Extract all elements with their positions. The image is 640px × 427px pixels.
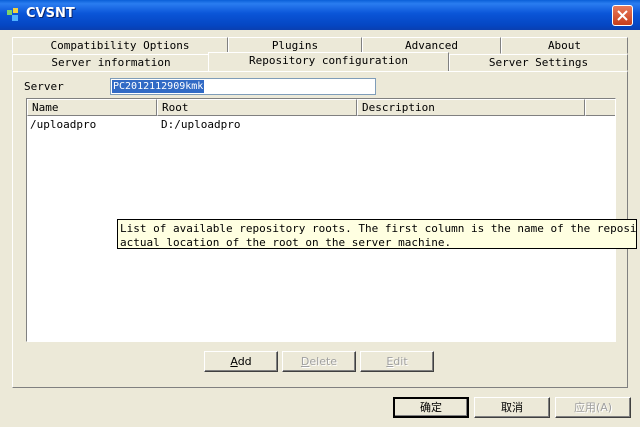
server-value: PC2012112909kmk bbox=[112, 80, 205, 93]
tab-compatibility-options[interactable]: Compatibility Options bbox=[12, 37, 228, 54]
tab-label: Repository configuration bbox=[249, 54, 408, 67]
dialog-window: CVSNT Compatibility Options Plugins Adva… bbox=[0, 0, 640, 427]
apply-button[interactable]: 应用(A) bbox=[555, 397, 631, 418]
title-bar[interactable]: CVSNT bbox=[0, 0, 640, 30]
add-button[interactable]: Add bbox=[204, 351, 278, 372]
tab-server-information[interactable]: Server information bbox=[12, 54, 210, 71]
column-header-root[interactable]: Root bbox=[157, 99, 357, 116]
server-input[interactable]: PC2012112909kmk bbox=[110, 78, 376, 95]
cancel-button[interactable]: 取消 bbox=[474, 397, 550, 418]
tooltip-line: actual location of the root on the serve… bbox=[120, 236, 452, 249]
close-button[interactable] bbox=[612, 5, 633, 26]
tab-label: Server Settings bbox=[488, 56, 589, 69]
tooltip: List of available repository roots. The … bbox=[117, 219, 637, 249]
close-icon bbox=[617, 10, 628, 21]
tab-label: Plugins bbox=[271, 39, 319, 52]
edit-button[interactable]: Edit bbox=[360, 351, 434, 372]
tab-label: Compatibility Options bbox=[50, 39, 190, 52]
ok-button[interactable]: 确定 bbox=[393, 397, 469, 418]
tab-label: Advanced bbox=[405, 39, 458, 52]
column-header-filler bbox=[585, 99, 615, 116]
tab-about[interactable]: About bbox=[501, 37, 628, 54]
tab-label: Server information bbox=[51, 56, 171, 69]
tab-repository-configuration[interactable]: Repository configuration bbox=[208, 52, 449, 71]
column-header-description[interactable]: Description bbox=[357, 99, 585, 116]
tab-server-settings[interactable]: Server Settings bbox=[449, 54, 628, 71]
column-header-name[interactable]: Name bbox=[27, 99, 157, 116]
tooltip-line: List of available repository roots. The … bbox=[120, 222, 637, 235]
server-label: Server bbox=[24, 80, 64, 93]
window-title: CVSNT bbox=[26, 6, 75, 21]
delete-button[interactable]: Delete bbox=[282, 351, 356, 372]
app-icon bbox=[7, 8, 18, 21]
cell-name: /uploadpro bbox=[30, 118, 97, 131]
tab-label: About bbox=[547, 39, 582, 52]
cell-root: D:/uploadpro bbox=[161, 118, 241, 131]
